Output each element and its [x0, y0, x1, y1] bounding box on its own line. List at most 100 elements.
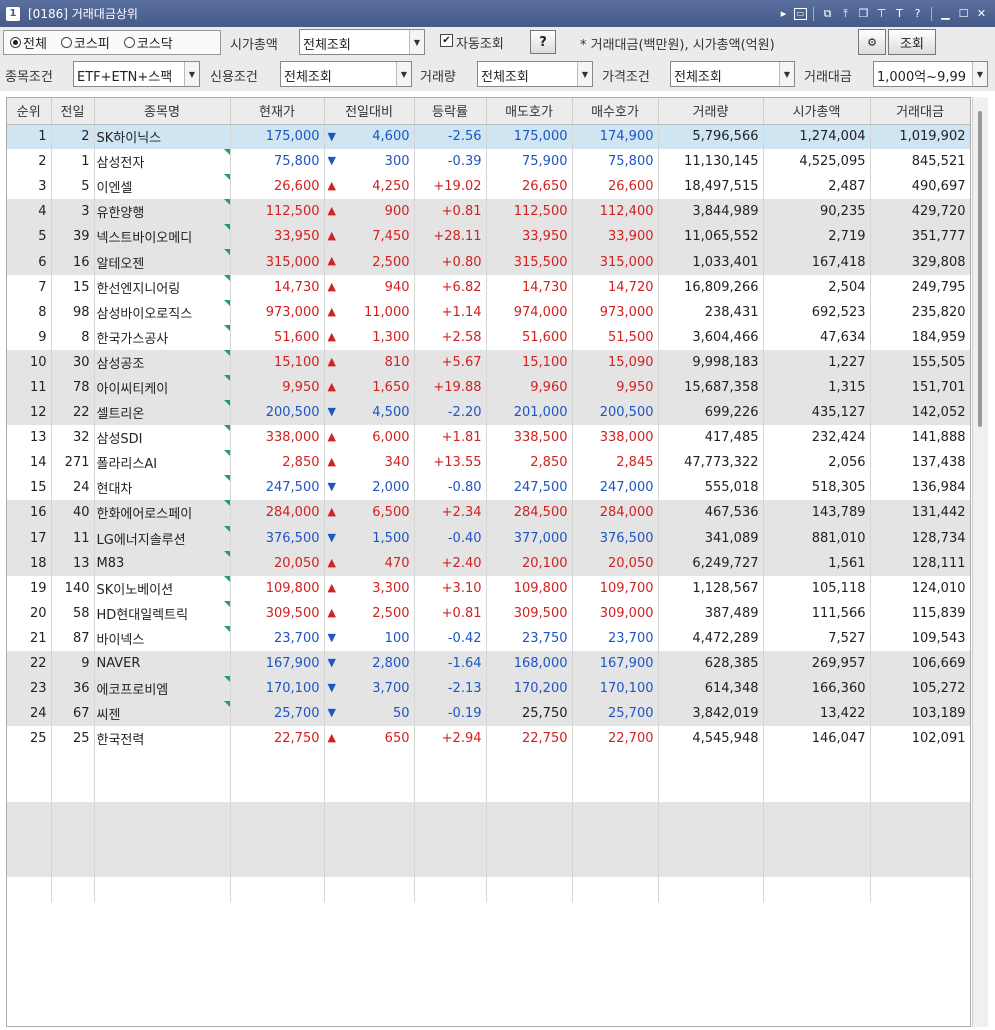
table-row[interactable]: 14 271 폴라리스AI 2,850 ▲ 340 +13.55 2,850 2,845 47,7… [7, 450, 970, 476]
cell-stock-name[interactable]: 셀트리온 [94, 400, 231, 426]
help-button[interactable]: ? [530, 30, 556, 54]
cell-stock-name[interactable]: 삼성바이오로직스 [94, 299, 231, 325]
amount-select[interactable]: 1,000억~9,99 ▼ [873, 61, 988, 87]
credit-condition-select[interactable]: 전체조회 ▼ [280, 61, 412, 87]
chevron-down-icon[interactable]: ▼ [184, 62, 199, 86]
table-row[interactable]: 4 3 유한양행 112,500 ▲ 900 +0.81 112,500 112,400 3,84… [7, 199, 970, 225]
cell-stock-name[interactable]: 알테오젠 [94, 249, 231, 275]
table-row[interactable]: 7 15 한선엔지니어링 14,730 ▲ 940 +6.82 14,730 14,720 16,… [7, 274, 970, 300]
table-row[interactable]: 11 78 아이씨티케이 9,950 ▲ 1,650 +19.88 9,960 9,950 15,… [7, 374, 970, 401]
col-header-amount[interactable]: 거래대금 [870, 98, 970, 125]
market-cap-select[interactable]: 전체조회 ▼ [299, 29, 425, 55]
cell-stock-name[interactable]: SK하이닉스 [94, 124, 231, 150]
table-row[interactable]: 24 67 씨젠 25,700 ▼ 50 -0.19 25,750 25,700 3,842,01… [7, 701, 970, 727]
cell-stock-name[interactable]: LG에너지솔루션 [94, 525, 231, 551]
table-row[interactable]: 12 22 셀트리온 200,500 ▼ 4,500 -2.20 201,000 200,500… [7, 400, 970, 426]
table-row[interactable]: 17 11 LG에너지솔루션 376,500 ▼ 1,500 -0.40 377,000 376… [7, 525, 970, 551]
table-row[interactable]: 22 9 NAVER 167,900 ▼ 2,800 -1.64 168,000 167,900… [7, 650, 970, 677]
cell-stock-name[interactable]: HD현대일렉트릭 [94, 600, 231, 626]
chevron-down-icon[interactable]: ▼ [396, 62, 411, 86]
arrow-right-icon[interactable]: ▸ [776, 6, 791, 21]
copy-window-icon[interactable]: ❐ [856, 6, 871, 21]
table-row[interactable]: 25 25 한국전력 22,750 ▲ 650 +2.94 22,750 22,700 4,545… [7, 726, 970, 752]
cell-stock-name[interactable]: 씨젠 [94, 701, 231, 727]
scrollbar-thumb[interactable] [978, 111, 982, 427]
maximize-icon[interactable]: ☐ [956, 6, 971, 21]
table-row[interactable]: 2 1 삼성전자 75,800 ▼ 300 -0.39 75,900 75,800 11,130,… [7, 149, 970, 175]
minimize-icon[interactable]: ▁ [938, 6, 953, 21]
col-header-prev[interactable]: 전일 [51, 98, 95, 125]
cell-stock-name[interactable]: 삼성공조 [94, 349, 231, 375]
pin-top-icon[interactable]: ⤒ [838, 6, 853, 21]
table-row[interactable]: 15 24 현대차 247,500 ▼ 2,000 -0.80 247,500 247,000 5… [7, 475, 970, 501]
change-value: 900 [384, 204, 410, 220]
cell-amount: 103,189 [870, 701, 970, 727]
col-header-rate[interactable]: 등락률 [414, 98, 487, 125]
stock-condition-select[interactable]: ETF+ETN+스팩 ▼ [73, 61, 200, 87]
cell-stock-name[interactable]: 삼성전자 [94, 149, 231, 175]
cell-volume: 47,773,322 [658, 450, 764, 476]
cell-stock-name[interactable]: 유한양행 [94, 199, 231, 225]
cell-stock-name[interactable]: 바이넥스 [94, 625, 231, 651]
pin-icon[interactable]: ⊤ [874, 6, 889, 21]
col-header-name[interactable]: 종목명 [94, 98, 231, 125]
chevron-down-icon[interactable]: ▼ [972, 62, 987, 86]
vertical-scrollbar[interactable] [972, 97, 988, 1027]
table-row[interactable]: 19 140 SK이노베이션 109,800 ▲ 3,300 +3.10 109,800 109… [7, 575, 970, 601]
col-header-change[interactable]: 전일대비 [324, 98, 415, 125]
table-row[interactable]: 20 58 HD현대일렉트릭 309,500 ▲ 2,500 +0.81 309,500 309… [7, 600, 970, 626]
cell-stock-name[interactable]: 한화에어로스페이 [94, 500, 231, 526]
help-icon[interactable]: ? [910, 6, 925, 21]
auto-query-checkbox[interactable]: ✔ [440, 34, 453, 47]
font-icon[interactable]: T [892, 6, 907, 21]
cell-stock-name[interactable]: 이엔셀 [94, 174, 231, 200]
volume-select[interactable]: 전체조회 ▼ [477, 61, 593, 87]
restore-icon[interactable]: ⧉ [820, 6, 835, 21]
cell-stock-name[interactable]: 한선엔지니어링 [94, 274, 231, 300]
cell-stock-name[interactable]: 에코프로비엠 [94, 676, 231, 702]
cell-stock-name[interactable]: 현대차 [94, 475, 231, 501]
table-row[interactable]: 5 39 넥스트바이오메디 33,950 ▲ 7,450 +28.11 33,950 33,90… [7, 224, 970, 250]
table-row[interactable]: 18 13 M83 20,050 ▲ 470 +2.40 20,100 20,050 6,249,… [7, 550, 970, 576]
close-icon[interactable]: ✕ [974, 6, 989, 21]
chevron-down-icon[interactable]: ▼ [577, 62, 592, 86]
table-row[interactable]: 16 40 한화에어로스페이 284,000 ▲ 6,500 +2.34 284,500 284… [7, 500, 970, 526]
cell-stock-name[interactable]: M83 [94, 550, 231, 576]
table-row[interactable]: 23 36 에코프로비엠 170,100 ▼ 3,700 -2.13 170,200 170,1… [7, 676, 970, 702]
table-row[interactable]: 8 98 삼성바이오로직스 973,000 ▲ 11,000 +1.14 974,000 973… [7, 299, 970, 325]
cell-market-cap: 269,957 [763, 650, 871, 677]
table-row[interactable]: 13 32 삼성SDI 338,000 ▲ 6,000 +1.81 338,500 338,00… [7, 425, 970, 451]
col-header-rank[interactable]: 순위 [7, 98, 52, 125]
cell-stock-name[interactable]: NAVER [94, 650, 231, 677]
col-header-cap[interactable]: 시가총액 [763, 98, 871, 125]
cell-stock-name[interactable]: 넥스트바이오메디 [94, 224, 231, 250]
table-row[interactable]: 21 87 바이넥스 23,700 ▼ 100 -0.42 23,750 23,700 4,472… [7, 625, 970, 651]
table-row[interactable]: 10 30 삼성공조 15,100 ▲ 810 +5.67 15,100 15,090 9,998… [7, 349, 970, 375]
radio-kospi[interactable]: 코스피 [60, 33, 110, 52]
col-header-bid[interactable]: 매수호가 [572, 98, 659, 125]
change-value: 3,300 [372, 580, 410, 596]
cell-stock-name[interactable]: 한국가스공사 [94, 324, 231, 350]
cell-stock-name[interactable]: 삼성SDI [94, 425, 231, 451]
radio-all[interactable]: 전체 [10, 33, 47, 52]
table-row[interactable]: 3 5 이엔셀 26,600 ▲ 4,250 +19.02 26,650 26,600 18,49… [7, 174, 970, 200]
col-header-ask[interactable]: 매도호가 [486, 98, 573, 125]
cell-amount: 131,442 [870, 500, 970, 526]
cell-stock-name[interactable]: 폴라리스AI [94, 450, 231, 476]
cell-stock-name[interactable]: 한국전력 [94, 726, 231, 752]
chevron-down-icon[interactable]: ▼ [409, 30, 424, 54]
table-row[interactable]: 9 8 한국가스공사 51,600 ▲ 1,300 +2.58 51,600 51,500 3,6… [7, 324, 970, 350]
settings-icon[interactable]: ⚙ [858, 29, 886, 55]
screen-icon[interactable]: ▭ [794, 7, 807, 20]
cell-stock-name[interactable]: 아이씨티케이 [94, 374, 231, 401]
table-row[interactable]: 1 2 SK하이닉스 175,000 ▼ 4,600 -2.56 175,000 174,900… [7, 124, 970, 150]
cell-stock-name[interactable]: SK이노베이션 [94, 575, 231, 601]
chevron-down-icon[interactable]: ▼ [779, 62, 794, 86]
col-header-volume[interactable]: 거래량 [658, 98, 764, 125]
table-row[interactable]: 6 16 알테오젠 315,000 ▲ 2,500 +0.80 315,500 315,000 1… [7, 249, 970, 275]
col-header-price[interactable]: 현재가 [230, 98, 325, 125]
query-button[interactable]: 조회 [888, 29, 936, 55]
price-condition-select[interactable]: 전체조회 ▼ [670, 61, 795, 87]
radio-kosdaq[interactable]: 코스닥 [123, 33, 173, 52]
new-marker-icon [223, 149, 229, 156]
